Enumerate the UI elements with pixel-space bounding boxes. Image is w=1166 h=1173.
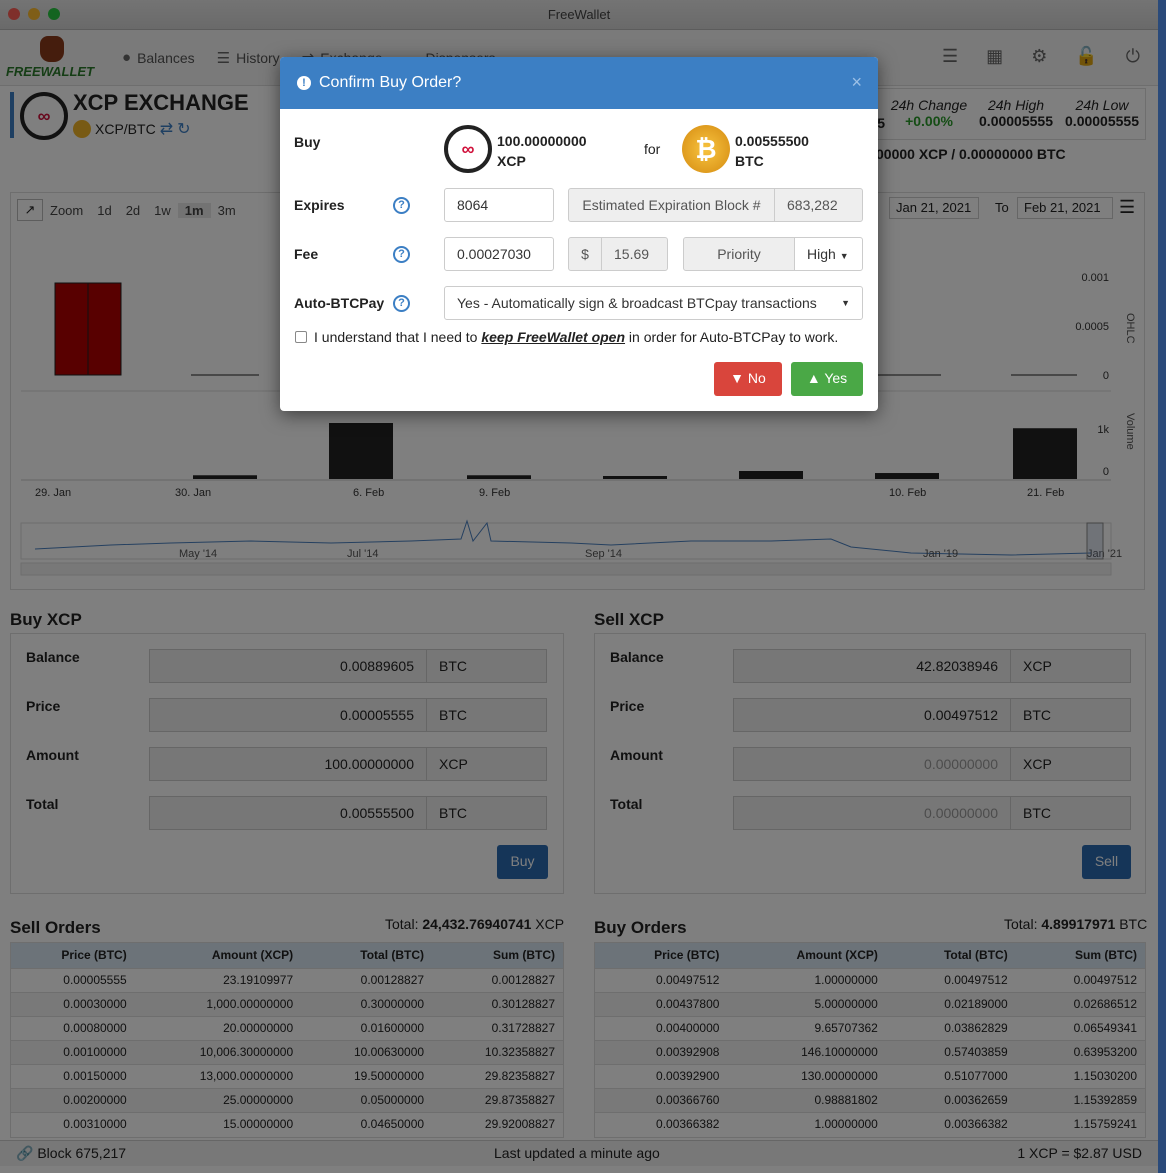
thumbs-down-icon: ▼ — [730, 370, 745, 386]
ack-text: I understand that I need to keep FreeWal… — [314, 329, 838, 345]
est-block-value: 683,282 — [774, 188, 863, 222]
for-amount-value: 0.00555500 — [735, 133, 809, 149]
ack-emphasis: keep FreeWallet open — [481, 329, 626, 345]
buy-label: Buy — [294, 134, 321, 150]
modal-header: ! Confirm Buy Order? × — [280, 57, 878, 109]
buy-asset-name: XCP — [497, 153, 526, 169]
autobtc-select[interactable]: Yes - Automatically sign & broadcast BTC… — [444, 286, 863, 320]
for-label: for — [644, 141, 661, 157]
buy-amount-block: 100.00000000 XCP — [497, 131, 587, 171]
priority-value: High — [807, 246, 836, 262]
expires-input[interactable]: 8064 — [444, 188, 554, 222]
priority-label: Priority — [683, 237, 795, 271]
app-window: FreeWallet FREEWALLET ● Balances ☰ Histo… — [0, 0, 1158, 1173]
fee-input[interactable]: 0.00027030 — [444, 237, 554, 271]
buy-amount-value: 100.00000000 — [497, 133, 587, 149]
exclamation-icon: ! — [297, 76, 311, 90]
for-asset-name: BTC — [735, 153, 764, 169]
confirm-buy-modal: ! Confirm Buy Order? × Buy ∞ 100.0000000… — [280, 57, 878, 411]
fee-label: Fee — [294, 246, 319, 262]
autobtc-label: Auto-BTCPay — [294, 295, 385, 311]
fee-usd-value: 15.69 — [601, 237, 668, 271]
thumbs-up-icon: ▲ — [806, 370, 821, 386]
priority-select[interactable]: High ▼ — [794, 237, 863, 271]
background-window-edge — [1158, 0, 1166, 1173]
ack-prefix: I understand that I need to — [314, 329, 482, 345]
no-button[interactable]: ▼ No — [714, 362, 782, 396]
close-icon[interactable]: × — [851, 72, 862, 93]
autobtc-help-icon[interactable]: ? — [393, 295, 410, 312]
fee-currency: $ — [568, 237, 602, 271]
xcp-asset-icon: ∞ — [444, 125, 492, 173]
ack-checkbox[interactable] — [295, 331, 307, 343]
for-amount-block: 0.00555500 BTC — [735, 131, 809, 171]
caret-down-icon: ▼ — [839, 251, 849, 261]
yes-label: Yes — [824, 370, 848, 386]
yes-button[interactable]: ▲ Yes — [791, 362, 863, 396]
no-label: No — [747, 370, 766, 386]
fee-help-icon[interactable]: ? — [393, 246, 410, 263]
btc-asset-icon: ₿ — [682, 125, 730, 173]
autobtc-value: Yes - Automatically sign & broadcast BTC… — [457, 295, 817, 311]
expires-help-icon[interactable]: ? — [393, 197, 410, 214]
ack-suffix: in order for Auto-BTCPay to work. — [625, 329, 839, 345]
est-block-label: Estimated Expiration Block # — [568, 188, 775, 222]
caret-down-icon: ▼ — [841, 298, 850, 308]
expires-label: Expires — [294, 197, 345, 213]
modal-title: Confirm Buy Order? — [319, 74, 462, 91]
